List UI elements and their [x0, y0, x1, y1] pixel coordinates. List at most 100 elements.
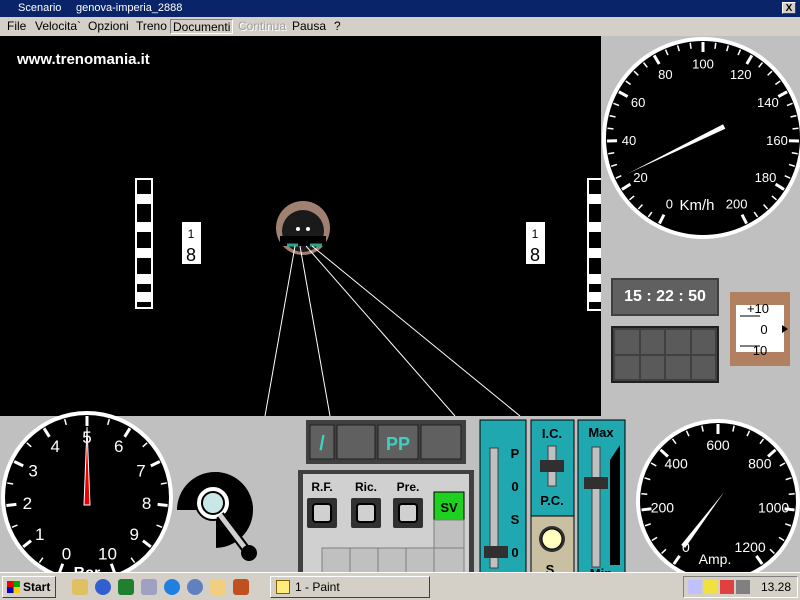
- left-marker-post: [135, 178, 153, 309]
- rf-label: R.F.: [311, 480, 332, 494]
- gauge-tick-label: 800: [748, 456, 772, 472]
- cab-view: www.trenomania.it 1 8 1 8: [0, 36, 601, 416]
- gauge-tick-label: 7: [136, 462, 145, 481]
- gauge-tick-label: 40: [622, 133, 636, 148]
- gauge-tick-label: 60: [631, 95, 645, 110]
- gauge-tick-label: 1000: [758, 499, 789, 515]
- start-button[interactable]: Start: [2, 576, 56, 598]
- gauge-minor-tick: [607, 127, 614, 130]
- track-rails: [264, 245, 521, 416]
- gauge-tick-label: 400: [664, 456, 688, 472]
- ic-label: I.C.: [542, 426, 562, 441]
- clock-seconds: 50: [688, 288, 706, 305]
- gauge-minor-tick: [792, 127, 799, 130]
- indicator-strip: / PP: [306, 420, 466, 464]
- gauge-major-tick: [157, 502, 168, 507]
- mx-icon[interactable]: [118, 579, 134, 595]
- ie-icon[interactable]: [164, 579, 180, 595]
- gauge-minor-tick: [714, 42, 717, 49]
- taskbar-app-paint[interactable]: 1 - Paint: [270, 576, 430, 598]
- menu-pausa[interactable]: Pausa: [292, 19, 326, 34]
- speed-sign-left-top: 1: [188, 227, 195, 241]
- pressure-gauge: 012345678910 Bar: [1, 411, 173, 583]
- system-tray: 13.28: [683, 576, 798, 598]
- outlook-icon[interactable]: [95, 579, 111, 595]
- gauge-tick-label: 600: [706, 437, 730, 453]
- status-led: [691, 330, 715, 354]
- close-button[interactable]: X: [782, 2, 796, 14]
- brake-handle[interactable]: [176, 472, 257, 561]
- menu-documenti[interactable]: Documenti: [170, 19, 234, 34]
- gauge-tick-label: 2: [23, 494, 32, 513]
- gauge-tick-label: 8: [142, 494, 151, 513]
- pos-lever[interactable]: P 0 S 0: [479, 419, 527, 576]
- status-led: [615, 330, 639, 354]
- ic-pc-switch[interactable]: I.C. P.C. S: [530, 419, 575, 577]
- gauge-minor-tick: [641, 492, 648, 496]
- menu-help[interactable]: ?: [334, 19, 341, 34]
- gauge-tick-label: 100: [692, 57, 714, 72]
- gauge-minor-tick: [788, 492, 795, 496]
- gauge-major-tick: [6, 502, 17, 507]
- throttle-max-label: Max: [588, 425, 614, 440]
- scenario-menu-label[interactable]: Scenario: [18, 2, 61, 14]
- gauge-tick-label: 6: [114, 437, 123, 456]
- tray-clock[interactable]: 13.28: [761, 580, 791, 594]
- pos-label-0a: 0: [511, 479, 518, 494]
- speed-sign-left: 1 8: [182, 222, 201, 265]
- gauge-tick-label: 160: [766, 133, 788, 148]
- tray-alert-icon[interactable]: [720, 580, 734, 594]
- throttle-lever[interactable]: Max Min: [577, 419, 626, 581]
- menu-file[interactable]: File: [7, 19, 26, 34]
- menu-bar: File Velocita` Opzioni Treno Documenti C…: [0, 17, 800, 36]
- clock-display: 15 : 22 : 50: [611, 278, 719, 316]
- status-led: [666, 330, 690, 354]
- gauge-minor-tick: [689, 42, 692, 49]
- status-led: [640, 330, 664, 354]
- gauge-minor-tick: [7, 482, 14, 485]
- network-icon[interactable]: [141, 579, 157, 595]
- status-led: [666, 355, 690, 379]
- status-led: [615, 355, 639, 379]
- gauge-minor-tick: [791, 152, 798, 155]
- speed-sign-right-top: 1: [532, 227, 539, 241]
- level-mid-label: 0: [760, 322, 767, 337]
- gauge-tick-label: 200: [726, 196, 748, 211]
- menu-velocita[interactable]: Velocita`: [35, 19, 81, 34]
- speed-sign-left-bottom: 8: [186, 245, 196, 265]
- search-icon[interactable]: [187, 579, 203, 595]
- window-title: genova-imperia_2888: [76, 2, 183, 14]
- start-label: Start: [23, 580, 51, 594]
- pos-label-0b: 0: [511, 545, 518, 560]
- sv-label: SV: [440, 500, 458, 515]
- title-bar: Scenario genova-imperia_2888 X: [0, 0, 800, 17]
- menu-opzioni[interactable]: Opzioni: [88, 19, 129, 34]
- pos-label-s: S: [511, 512, 520, 527]
- tray-power-icon[interactable]: [704, 580, 718, 594]
- winamp-icon[interactable]: [233, 579, 249, 595]
- tray-volume-icon[interactable]: [736, 580, 750, 594]
- clock-hours: 15: [624, 288, 642, 305]
- gauge-tick-label: 4: [50, 437, 59, 456]
- paint-icon: [276, 580, 290, 594]
- gauge-tick-label: 120: [730, 67, 752, 82]
- ric-label: Ric.: [355, 480, 377, 494]
- gauge-tick-label: 80: [658, 67, 672, 82]
- indicator-pp: PP: [386, 434, 410, 454]
- gauge-tick-label: 9: [130, 525, 139, 544]
- right-marker-post: [587, 178, 601, 311]
- desktop-icon[interactable]: [72, 579, 88, 595]
- gauge-tick-label: 3: [28, 462, 37, 481]
- control-panel: R.F. Ric. Pre. SV: [298, 470, 474, 575]
- menu-treno[interactable]: Treno: [136, 19, 167, 34]
- folder-icon[interactable]: [210, 579, 226, 595]
- windows-logo-icon: [7, 581, 20, 593]
- status-led-grid: [611, 326, 719, 383]
- track-scene: 1 8 1 8: [135, 178, 601, 416]
- gauge-tick-label: 180: [755, 170, 777, 185]
- gauge-minor-tick: [608, 152, 615, 155]
- clock-minutes: 22: [656, 288, 674, 305]
- tray-network-icon[interactable]: [688, 580, 702, 594]
- indicator-slash: /: [319, 433, 325, 455]
- tunnel-portal: [276, 201, 330, 255]
